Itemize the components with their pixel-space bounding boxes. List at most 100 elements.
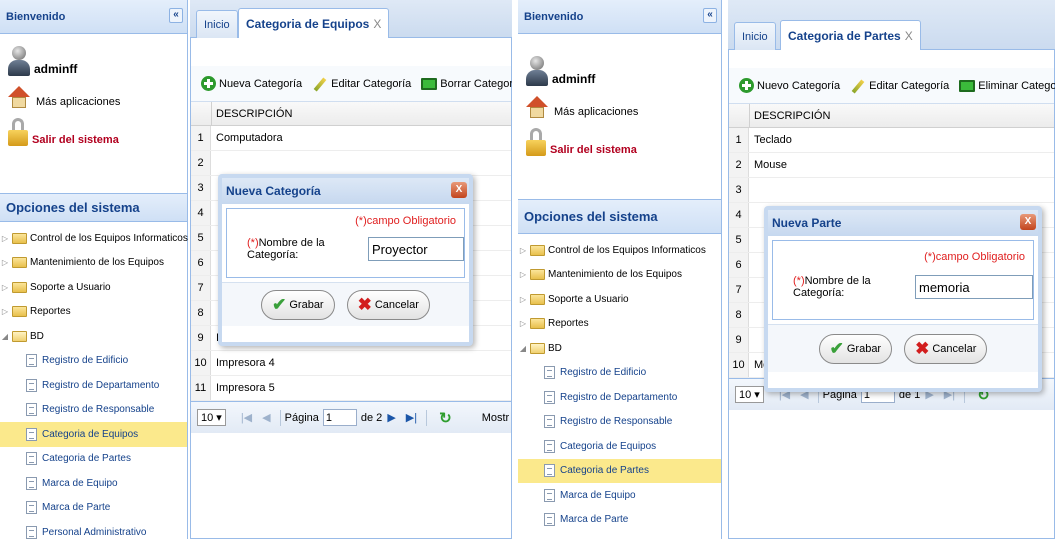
document-icon	[544, 513, 555, 527]
tree-item[interactable]: ▷ Control de los Equipos Informaticos	[0, 226, 188, 251]
tab-categoria-partes[interactable]: Categoria de Partes X	[780, 20, 921, 50]
tree-item[interactable]: Categoria de Equipos	[0, 422, 187, 447]
expand-toggle-icon[interactable]: ▷	[0, 258, 10, 267]
table-row[interactable]: 3	[729, 178, 1054, 203]
cancel-button[interactable]: ✖ Cancelar	[904, 333, 988, 364]
next-page-icon[interactable]: ▶	[387, 411, 395, 424]
tree-item-label: Marca de Equipo	[560, 489, 636, 501]
tree-item[interactable]: ▷ Mantenimiento de los Equipos	[0, 251, 187, 276]
tree-item[interactable]: Registro de Departamento	[518, 385, 721, 410]
new-category-button[interactable]: Nueva Categoría	[201, 76, 302, 91]
tree-item[interactable]: Marca de Parte	[518, 508, 721, 533]
refresh-icon[interactable]: ↻	[439, 409, 452, 427]
edit-category-button[interactable]: Editar Categoría	[312, 77, 411, 91]
expand-toggle-icon[interactable]: ◢	[0, 332, 10, 341]
expand-toggle-icon[interactable]: ▷	[518, 295, 528, 304]
table-row[interactable]: 10 Impresora 4	[191, 351, 511, 376]
check-icon: ✔	[829, 338, 844, 358]
close-tab-icon[interactable]: X	[373, 17, 381, 31]
tree-item[interactable]: Registro de Edificio	[0, 349, 187, 374]
tree-item-label: Control de los Equipos Informaticos	[548, 244, 706, 256]
document-icon	[26, 403, 37, 417]
dialog-close-button[interactable]: X	[1020, 214, 1036, 230]
category-name-input[interactable]	[368, 237, 464, 261]
save-label: Grabar	[846, 342, 882, 355]
delete-category-button[interactable]: Eliminar Categoría	[959, 79, 1055, 92]
prev-page-icon[interactable]: ◀	[262, 411, 270, 424]
tree-item-label: Marca de Parte	[42, 502, 111, 514]
first-page-icon[interactable]: |◀	[241, 411, 252, 424]
delete-category-button[interactable]: Borrar Categoría	[421, 77, 512, 90]
tree-item[interactable]: Marca de Parte	[0, 496, 187, 521]
description-cell: Impresora 5	[216, 382, 275, 394]
tab-bar: Inicio Categoria de Partes X	[728, 0, 1055, 50]
logout-link[interactable]: Salir del sistema	[8, 118, 179, 146]
expand-toggle-icon[interactable]: ▷	[518, 270, 528, 279]
save-button[interactable]: ✔ Grabar	[261, 289, 335, 320]
tree-item[interactable]: ▷ Mantenimiento de los Equipos	[518, 263, 721, 288]
tree-item[interactable]: Categoria de Partes	[0, 447, 187, 472]
lock-icon	[526, 128, 546, 156]
expand-toggle-icon[interactable]: ▷	[518, 319, 528, 328]
last-page-icon[interactable]: ▶|	[406, 411, 417, 424]
tab-inicio[interactable]: Inicio	[734, 22, 776, 50]
tab-active-label: Categoria de Partes	[788, 28, 901, 43]
tree-item[interactable]: ▷ Soporte a Usuario	[0, 275, 187, 300]
tree-item[interactable]: ◢ BD	[0, 324, 187, 349]
page-size-select[interactable]: 10 ▾	[735, 386, 764, 403]
row-number: 7	[191, 276, 211, 300]
cancel-button[interactable]: ✖ Cancelar	[346, 289, 430, 320]
tree-item[interactable]: Categoria de Equipos	[518, 434, 721, 459]
save-button[interactable]: ✔ Grabar	[818, 333, 893, 364]
tree-item[interactable]: ▷ Control de los Equipos Informaticos	[518, 238, 721, 263]
column-descripcion[interactable]: DESCRIPCIÓN	[211, 102, 292, 125]
tab-inicio[interactable]: Inicio	[196, 10, 238, 38]
tab-categoria-equipos[interactable]: Categoria de Equipos X	[238, 8, 390, 38]
page-number-input[interactable]	[322, 409, 357, 426]
tree-item[interactable]: Marca de Equipo	[518, 483, 721, 508]
more-apps-link[interactable]: Más aplicaciones	[8, 86, 179, 108]
table-row[interactable]: 2	[191, 151, 511, 176]
document-icon	[544, 366, 555, 380]
pager: 10 ▾ |◀ ◀ Página de 2 ▶ ▶| ↻ Mostr	[191, 401, 511, 433]
expand-toggle-icon[interactable]: ▷	[0, 234, 10, 243]
column-descripcion[interactable]: DESCRIPCIÓN	[749, 104, 830, 127]
collapse-sidebar-button[interactable]: «	[703, 8, 717, 23]
logout-link[interactable]: Salir del sistema	[526, 128, 713, 156]
expand-toggle-icon[interactable]: ▷	[0, 307, 10, 316]
row-number: 1	[729, 128, 749, 152]
tree-item[interactable]: Personal Administrativo	[0, 520, 187, 539]
table-row[interactable]: 1 Teclado	[729, 128, 1054, 153]
tree-item[interactable]: ◢ BD	[518, 336, 721, 361]
table-row[interactable]: 2 Mouse	[729, 153, 1054, 178]
new-category-button[interactable]: Nuevo Categoría	[739, 78, 840, 93]
dialog-close-button[interactable]: X	[451, 182, 467, 198]
row-number: 1	[191, 126, 211, 150]
close-tab-icon[interactable]: X	[905, 29, 913, 43]
category-name-input[interactable]	[915, 275, 1033, 299]
expand-toggle-icon[interactable]: ◢	[518, 344, 528, 353]
expand-toggle-icon[interactable]: ▷	[0, 283, 10, 292]
more-apps-link[interactable]: Más aplicaciones	[526, 96, 713, 118]
logout-label: Salir del sistema	[550, 144, 637, 156]
tree-item[interactable]: Categoria de Partes	[518, 458, 721, 483]
tree-item[interactable]: Marca de Equipo	[0, 471, 187, 496]
tree-item[interactable]: ▷ Reportes	[518, 312, 721, 337]
sidebar: Bienvenido « adminff Más aplicaciones Sa…	[518, 0, 722, 539]
tree-item[interactable]: Registro de Responsable	[0, 398, 187, 423]
tree-item[interactable]: Registro de Departamento	[0, 373, 187, 398]
page-size-select[interactable]: 10 ▾	[197, 409, 226, 426]
collapse-sidebar-button[interactable]: «	[169, 8, 183, 23]
tree-item[interactable]: ▷ Soporte a Usuario	[518, 287, 721, 312]
dialog-title: Nueva Parte	[772, 216, 842, 230]
tree-item-label: Categoria de Equipos	[560, 440, 657, 452]
tree-item[interactable]: Registro de Responsable	[518, 410, 721, 435]
table-row[interactable]: 11 Impresora 5	[191, 376, 511, 401]
table-row[interactable]: 1 Computadora	[191, 126, 511, 151]
tree-item[interactable]: Registro de Edificio	[518, 361, 721, 386]
expand-toggle-icon[interactable]: ▷	[518, 246, 528, 255]
edit-category-button[interactable]: Editar Categoría	[850, 79, 949, 93]
tree-item-label: Registro de Edificio	[560, 367, 647, 379]
tree-item[interactable]: ▷ Reportes	[0, 300, 187, 325]
document-icon	[544, 439, 555, 453]
